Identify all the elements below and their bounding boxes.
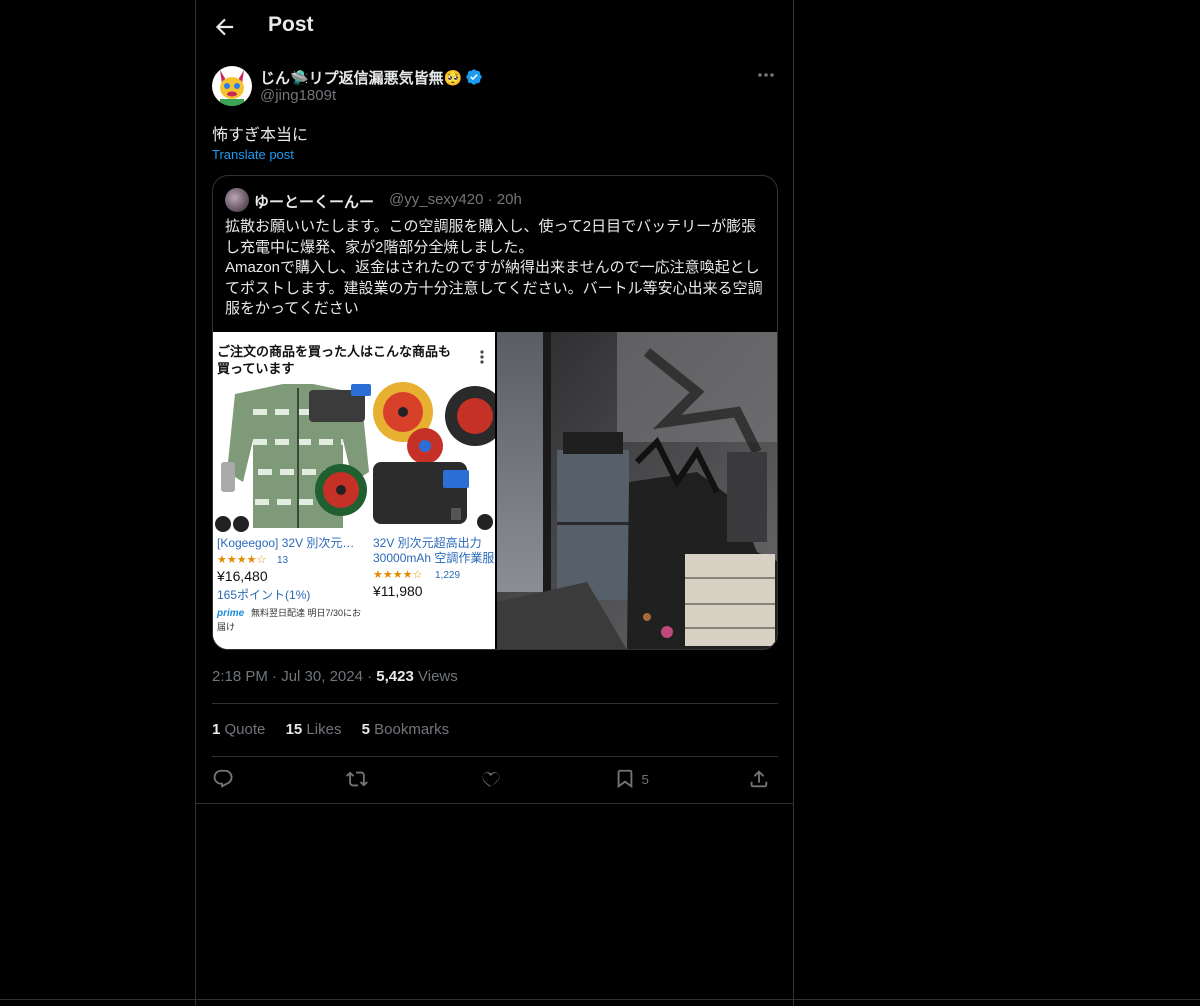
share-icon: [750, 770, 768, 788]
svg-text:★★★★☆: ★★★★☆: [373, 569, 422, 581]
arrow-left-icon: [215, 18, 234, 36]
product2-price: ¥11,980: [372, 583, 423, 599]
bookmark-icon: [617, 769, 633, 789]
burned-room-photo: [497, 332, 777, 649]
timestamp-separator: ·: [367, 668, 373, 685]
bookmark-count: 5: [641, 771, 649, 787]
post-author: じん🛸リプ返信漏悪気皆無🥺 @jing1809t: [212, 66, 778, 110]
product1-name: [Kogeegoo] 32V 別次元…: [217, 536, 354, 550]
repost-button[interactable]: [346, 768, 368, 794]
verified-badge-icon: [466, 69, 483, 85]
likes-count: 15: [285, 721, 303, 738]
product1-prime: prime: [216, 608, 245, 619]
action-bar: 5: [212, 768, 778, 794]
views-count: 5,423: [376, 668, 414, 685]
product1-delivery: 無料翌日配達 明日7/30にお: [251, 607, 361, 618]
bookmarks-stat[interactable]: 5 Bookmarks: [362, 721, 450, 738]
product2-name-1: 32V 別次元超高出力: [373, 535, 482, 550]
divider: [212, 756, 778, 757]
product2-rating-count: 1,229: [435, 570, 460, 581]
likes-label: Likes: [306, 721, 342, 738]
post-column: Post じん🛸リプ返信漏悪気皆無🥺 @jing1809t 怖すぎ本当に Tra…: [195, 0, 794, 1006]
quotes-label: Quote: [224, 721, 266, 738]
quoted-post[interactable]: ゆーとーくーんー @yy_sexy420 · 20h 拡散お願いいたします。この…: [212, 175, 778, 650]
product1-points: 165ポイント(1%): [217, 588, 310, 602]
product-screenshot-image: ご注文の商品を買った人はこんな商品も 買っています [Kogeegoo] 32V…: [213, 332, 495, 649]
back-button[interactable]: [212, 14, 238, 40]
author-display-name[interactable]: じん🛸リプ返信漏悪気皆無🥺: [260, 67, 483, 88]
product2-name-2: 30000mAh 空調作業服: [373, 551, 494, 565]
more-options-button[interactable]: [754, 66, 778, 86]
post-stats: 1 Quote 15 Likes 5 Bookmarks: [212, 721, 465, 738]
share-button[interactable]: [748, 768, 770, 794]
quoted-text: 拡散お願いいたします。この空調服を購入し、使って2日目でバッテリーが膨張し充電中…: [225, 218, 763, 317]
post-bottom-divider: [196, 803, 793, 804]
timestamp-separator: ·: [272, 668, 278, 685]
author-handle[interactable]: @jing1809t: [260, 87, 336, 104]
quoted-image-burned-room[interactable]: [497, 332, 777, 649]
heart-icon: [482, 772, 500, 787]
quoted-image-product-screenshot[interactable]: ご注文の商品を買った人はこんな商品も 買っています [Kogeegoo] 32V…: [213, 332, 495, 649]
quotes-stat[interactable]: 1 Quote: [212, 721, 265, 738]
divider: [212, 703, 778, 704]
page-header: Post: [196, 0, 793, 55]
avatar[interactable]: [212, 66, 252, 106]
avatar-image: [212, 66, 252, 106]
meta-separator: ·: [487, 191, 493, 208]
quoted-avatar: [225, 188, 249, 212]
reply-icon: [213, 769, 233, 788]
page-bottom-border: [0, 999, 1200, 1000]
bookmarks-label: Bookmarks: [374, 721, 450, 738]
repost-icon: [346, 771, 368, 787]
post-time[interactable]: 2:18 PM: [212, 668, 268, 685]
product1-price: ¥16,480: [216, 568, 268, 584]
reply-button[interactable]: [212, 768, 234, 794]
screenshot-heading-2: 買っています: [217, 361, 294, 376]
views-label: Views: [418, 668, 458, 685]
more-icon: [758, 73, 774, 77]
likes-stat[interactable]: 15 Likes: [286, 721, 342, 738]
product1-delivery-2: 届け: [217, 622, 235, 632]
quoted-display-name: ゆーとーくーんー: [254, 194, 375, 211]
quoted-handle: @yy_sexy420: [389, 191, 484, 208]
post-date[interactable]: Jul 30, 2024: [281, 668, 363, 685]
bookmarks-count: 5: [361, 721, 370, 738]
translate-post-link[interactable]: Translate post: [212, 147, 294, 162]
product1-rating-count: 13: [277, 555, 289, 566]
svg-text:★★★★☆: ★★★★☆: [217, 554, 266, 566]
display-name-text: じん🛸リプ返信漏悪気皆無🥺: [260, 70, 463, 87]
post-text: 怖すぎ本当に: [212, 127, 309, 144]
quoted-meta: @yy_sexy420 · 20h: [389, 191, 522, 208]
quotes-count: 1: [212, 721, 221, 738]
like-button[interactable]: [480, 768, 502, 794]
page-title: Post: [268, 13, 314, 36]
screenshot-heading-1: ご注文の商品を買った人はこんな商品も: [217, 344, 451, 359]
bookmark-button[interactable]: 5: [614, 768, 649, 794]
quoted-time: 20h: [496, 191, 522, 208]
post-timestamp: 2:18 PM · Jul 30, 2024 · 5,423 Views: [212, 668, 458, 685]
